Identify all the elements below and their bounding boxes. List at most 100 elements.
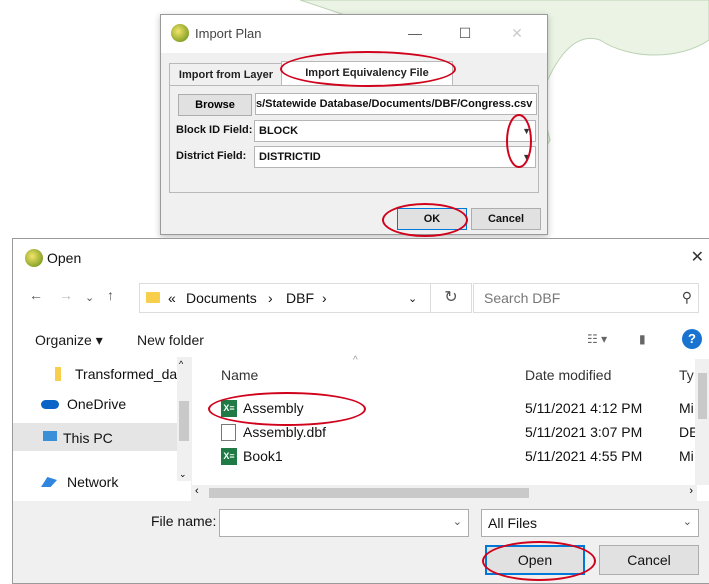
forward-icon[interactable]: → [59,287,73,303]
file-row[interactable]: Assembly.dbf 5/11/2021 3:07 PM DE [203,421,698,445]
file-name: Assembly [243,400,304,416]
title-bar: Import Plan — ☐ ✕ [161,15,547,53]
column-date-modified[interactable]: Date modified [525,367,611,383]
new-folder-button[interactable]: New folder [137,332,204,348]
browse-button[interactable]: Browse [178,94,252,116]
search-box[interactable]: Search DBF ⚲ [473,283,699,313]
command-bar: Organize ▾ New folder ☷ ▾ ▮ ? [13,325,709,355]
maximize-icon[interactable]: ☐ [455,23,475,43]
organize-menu[interactable]: Organize ▾ [35,332,103,349]
file-date: 5/11/2021 4:12 PM [525,400,643,416]
preview-pane-icon[interactable]: ▮ [639,332,646,346]
title-bar: Open ✕ [13,239,709,277]
file-type-filter[interactable]: All Files ⌄ [481,509,699,537]
file-date: 5/11/2021 3:07 PM [525,424,643,440]
nav-item-network[interactable]: Network [13,469,177,495]
file-type: Mi [679,400,694,416]
breadcrumb-overflow[interactable]: « [168,290,176,306]
file-name-area: File name: ⌄ All Files ⌄ Open Cancel [13,501,709,583]
ok-button[interactable]: OK [397,208,467,230]
address-row: ← → ⌄ ↑ « Documents › DBF › ⌄ ↻ Search D… [13,283,709,313]
nav-item-this-pc[interactable]: This PC [13,423,177,451]
computer-icon [43,431,57,441]
nav-item-label: Transformed_dat [75,366,182,382]
block-id-label: Block ID Field: [176,124,253,136]
navigation-pane: Transformed_dat OneDrive This PC Network [13,357,192,501]
excel-icon: X≡ [221,400,237,417]
up-icon[interactable]: ↑ [107,287,114,303]
nav-item-label: Network [67,474,119,490]
nav-item-label: OneDrive [67,396,127,412]
help-icon[interactable]: ? [682,329,702,349]
open-dialog: Open ✕ ← → ⌄ ↑ « Documents › DBF › ⌄ ↻ S… [12,238,709,584]
file-icon [221,424,236,441]
recent-locations-icon[interactable]: ⌄ [85,291,94,304]
close-icon[interactable]: ✕ [507,23,527,43]
file-name-label: File name: [151,513,217,529]
nav-item-label: This PC [63,430,113,446]
cancel-button[interactable]: Cancel [471,208,541,230]
chevron-down-icon: ▼ [522,126,531,136]
refresh-icon[interactable]: ↻ [431,283,472,313]
network-icon [41,477,57,487]
chevron-down-icon[interactable]: ⌄ [453,515,462,528]
breadcrumb-documents[interactable]: Documents [186,290,257,306]
chevron-down-icon: ⌄ [682,516,692,528]
search-input[interactable]: Search DBF [484,290,560,306]
nav-item-onedrive[interactable]: OneDrive [13,391,177,417]
file-list-scrollbar[interactable] [695,359,709,485]
search-icon: ⚲ [681,289,692,305]
block-id-value: BLOCK [259,125,299,137]
file-type: Mi [679,448,694,464]
file-date: 5/11/2021 4:55 PM [525,448,643,464]
column-type[interactable]: Ty [679,367,694,383]
file-name-input[interactable]: ⌄ [219,509,469,537]
district-value: DISTRICTID [259,151,321,163]
tab-pane: Browse s/Statewide Database/Documents/DB… [169,85,539,193]
breadcrumb-separator: › [322,290,327,306]
scroll-left-icon[interactable]: ‹ [195,485,199,497]
onedrive-icon [41,400,59,409]
file-row[interactable]: X≡ Assembly 5/11/2021 4:12 PM Mi [203,397,695,421]
scroll-down-icon[interactable]: ⌄ [179,469,187,480]
minimize-icon[interactable]: — [405,23,425,43]
file-name: Assembly.dbf [243,424,326,440]
breadcrumb-separator: › [268,290,273,306]
scrollbar-thumb[interactable] [698,373,707,419]
nav-item-transformed[interactable]: Transformed_dat [13,361,181,387]
excel-icon: X≡ [221,448,237,465]
scrollbar-thumb[interactable] [209,488,529,498]
tab-import-equivalency-file[interactable]: Import Equivalency File [281,61,453,87]
close-icon[interactable]: ✕ [691,247,704,267]
breadcrumb[interactable]: « Documents › DBF › ⌄ [139,283,431,313]
district-label: District Field: [176,150,247,162]
file-name: Book1 [243,448,283,464]
folder-icon [55,367,61,381]
open-button[interactable]: Open [485,545,585,575]
dialog-title: Import Plan [195,26,262,41]
view-options-icon[interactable]: ☷ ▾ [587,332,607,346]
sort-indicator-icon: ^ [353,355,358,366]
app-icon [25,249,43,267]
cancel-button[interactable]: Cancel [599,545,699,575]
chevron-down-icon[interactable]: ⌄ [408,292,417,305]
back-icon[interactable]: ← [29,287,43,303]
block-id-select[interactable]: BLOCK ▼ [254,120,536,142]
breadcrumb-dbf[interactable]: DBF [286,290,314,306]
nav-scrollbar[interactable]: ^ ⌄ [177,357,191,481]
file-path-field[interactable]: s/Statewide Database/Documents/DBF/Congr… [255,93,537,115]
filter-value: All Files [488,515,538,531]
column-name[interactable]: Name [221,367,258,383]
import-plan-dialog: Import Plan — ☐ ✕ Import from Layer Impo… [160,14,548,235]
chevron-down-icon: ▼ [522,152,531,162]
scroll-up-icon[interactable]: ^ [179,359,183,369]
scroll-right-icon[interactable]: › [689,485,693,497]
district-select[interactable]: DISTRICTID ▼ [254,146,536,168]
scrollbar-thumb[interactable] [179,401,189,441]
horizontal-scrollbar[interactable]: ‹ › [191,485,697,501]
file-row[interactable]: X≡ Book1 5/11/2021 4:55 PM Mi [203,445,695,469]
dialog-title: Open [47,250,82,266]
tab-import-from-layer[interactable]: Import from Layer [169,63,283,86]
file-list-header: Name ^ Date modified Ty [203,355,695,387]
app-icon [171,24,189,42]
